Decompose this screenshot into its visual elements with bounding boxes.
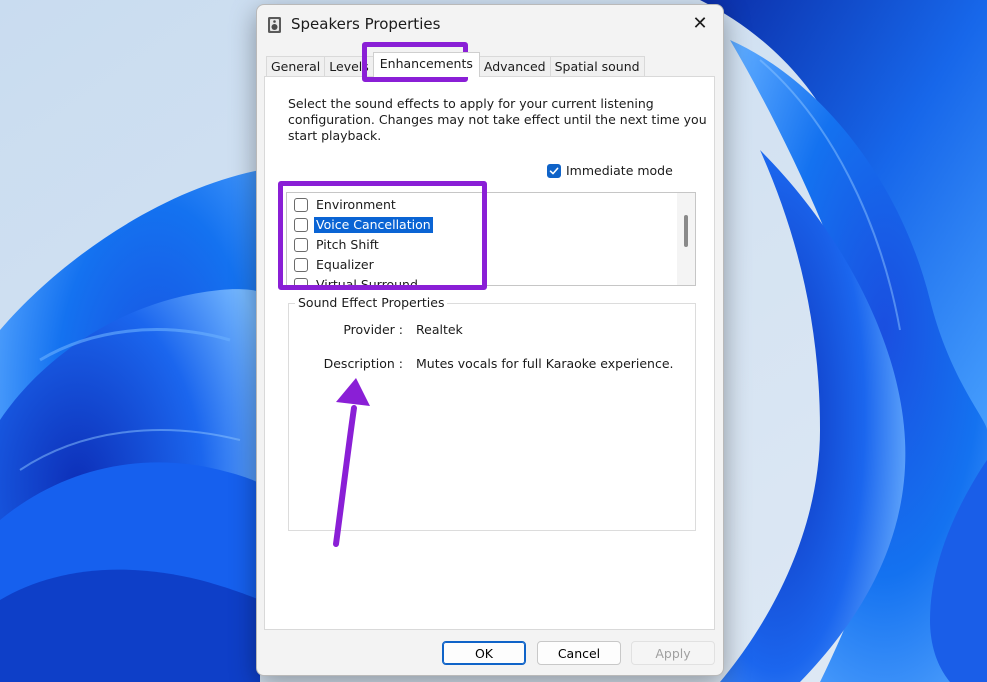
close-icon: ✕ [692, 12, 708, 34]
description-label: Description : [323, 356, 403, 371]
equalizer-checkbox[interactable] [294, 258, 308, 272]
ok-button[interactable]: OK [442, 641, 526, 665]
speaker-icon [268, 17, 281, 33]
tab-levels[interactable]: Levels [324, 56, 374, 77]
pitch-shift-label: Pitch Shift [316, 237, 379, 252]
list-item-environment[interactable]: Environment [294, 195, 398, 215]
window-title: Speakers Properties [291, 15, 441, 33]
tab-strip: General Levels Enhancements Advanced Spa… [266, 52, 645, 77]
enhancements-panel: Select the sound effects to apply for yo… [264, 76, 715, 630]
environment-checkbox[interactable] [294, 198, 308, 212]
tab-advanced[interactable]: Advanced [478, 56, 551, 77]
pitch-shift-checkbox[interactable] [294, 238, 308, 252]
voice-cancellation-checkbox[interactable] [294, 218, 308, 232]
close-button[interactable]: ✕ [677, 5, 723, 41]
tab-spatial-sound[interactable]: Spatial sound [549, 56, 645, 77]
sound-effect-properties-group: Sound Effect Properties Provider : Realt… [288, 295, 696, 531]
environment-label: Environment [316, 197, 396, 212]
list-item-voice-cancellation[interactable]: Voice Cancellation [294, 215, 433, 235]
equalizer-label: Equalizer [316, 257, 374, 272]
scroll-thumb[interactable] [684, 215, 688, 247]
tab-enhancements[interactable]: Enhancements [372, 52, 480, 77]
cancel-button[interactable]: Cancel [537, 641, 621, 665]
effects-list[interactable]: Environment Voice Cancellation Pitch Shi… [286, 192, 696, 286]
group-title: Sound Effect Properties [295, 295, 448, 310]
speakers-properties-dialog: Speakers Properties ✕ General Levels Enh… [256, 4, 724, 676]
immediate-mode-label: Immediate mode [566, 163, 673, 178]
list-item-pitch-shift[interactable]: Pitch Shift [294, 235, 381, 255]
provider-label: Provider : [343, 322, 403, 337]
immediate-mode-option[interactable]: Immediate mode [547, 163, 673, 178]
immediate-mode-checkbox[interactable] [547, 163, 561, 178]
virtual-surround-label: Virtual Surround [316, 277, 418, 286]
provider-value: Realtek [416, 322, 463, 337]
list-item-equalizer[interactable]: Equalizer [294, 255, 376, 275]
title-bar[interactable]: Speakers Properties ✕ [257, 5, 723, 45]
virtual-surround-checkbox[interactable] [294, 278, 308, 285]
checkmark-icon [549, 167, 559, 174]
list-item-virtual-surround[interactable]: Virtual Surround [294, 275, 420, 286]
voice-cancellation-label: Voice Cancellation [314, 217, 433, 233]
description-value: Mutes vocals for full Karaoke experience… [416, 356, 674, 371]
tab-general[interactable]: General [266, 56, 326, 77]
intro-text: Select the sound effects to apply for yo… [288, 96, 707, 143]
list-scrollbar[interactable] [677, 193, 695, 285]
apply-button[interactable]: Apply [631, 641, 715, 665]
